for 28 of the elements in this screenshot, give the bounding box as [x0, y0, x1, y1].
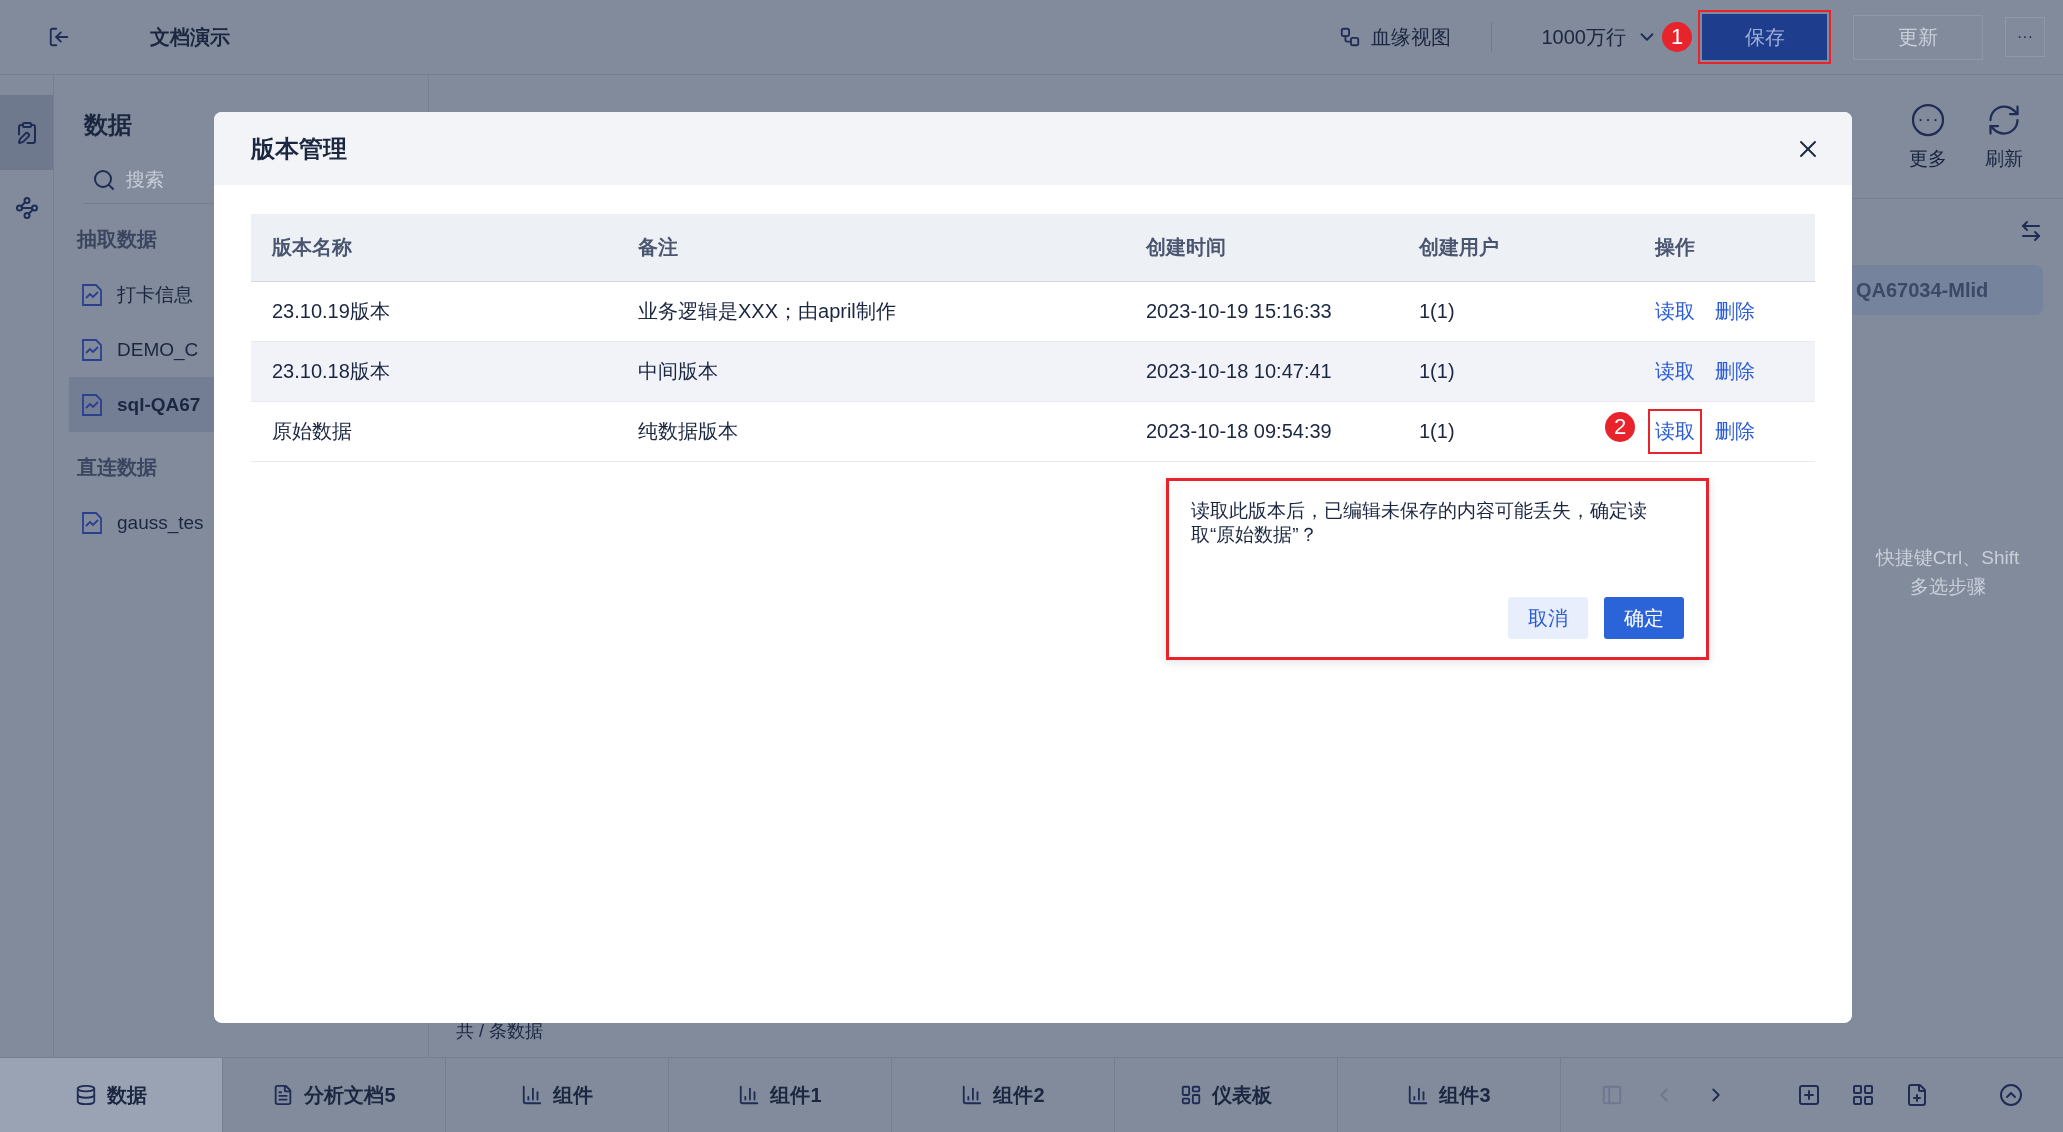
table-cell: 2023-10-18 10:47:41	[1146, 360, 1332, 383]
panel-title: 数据	[84, 110, 133, 140]
table-cell-text: 23.10.19版本	[272, 299, 390, 324]
table-cell: 2023-10-18 09:54:39	[1146, 420, 1332, 443]
column-header: 版本名称	[272, 235, 352, 260]
group-title: 直连数据	[77, 455, 157, 480]
hint-text: 快捷键Ctrl、Shift	[1875, 546, 2020, 570]
group-title: 抽取数据	[77, 227, 157, 252]
document-title: 文档演示	[150, 24, 230, 50]
table-cell-text: 业务逻辑是XXX；由april制作	[638, 299, 896, 324]
step-badge: 2	[1605, 412, 1635, 442]
step-badge: 1	[1662, 22, 1692, 52]
column-header: 创建时间	[1146, 235, 1226, 260]
confirm-message: 读取此版本后，已编辑未保存的内容可能丢失，确定读取“原始数据”？	[1191, 499, 1648, 547]
table-cell: 1(1)	[1419, 420, 1455, 443]
column-header: 备注	[638, 235, 678, 260]
table-cell-text: 纯数据版本	[638, 419, 738, 444]
table-cell-text: 23.10.18版本	[272, 359, 390, 384]
hint-text: 多选步骤	[1909, 575, 1986, 599]
column-header: 操作	[1655, 235, 1695, 260]
dialog-title: 版本管理	[251, 133, 347, 164]
table-cell: 1(1)	[1419, 360, 1455, 383]
table-cell-text: 原始数据	[272, 419, 352, 444]
table-cell-text: 中间版本	[638, 359, 718, 384]
table-cell: 2023-10-19 15:16:33	[1146, 300, 1332, 323]
table-cell: 1(1)	[1419, 300, 1455, 323]
row-count-text: 共 / 条数据	[456, 1020, 544, 1043]
column-header: 创建用户	[1419, 235, 1499, 260]
